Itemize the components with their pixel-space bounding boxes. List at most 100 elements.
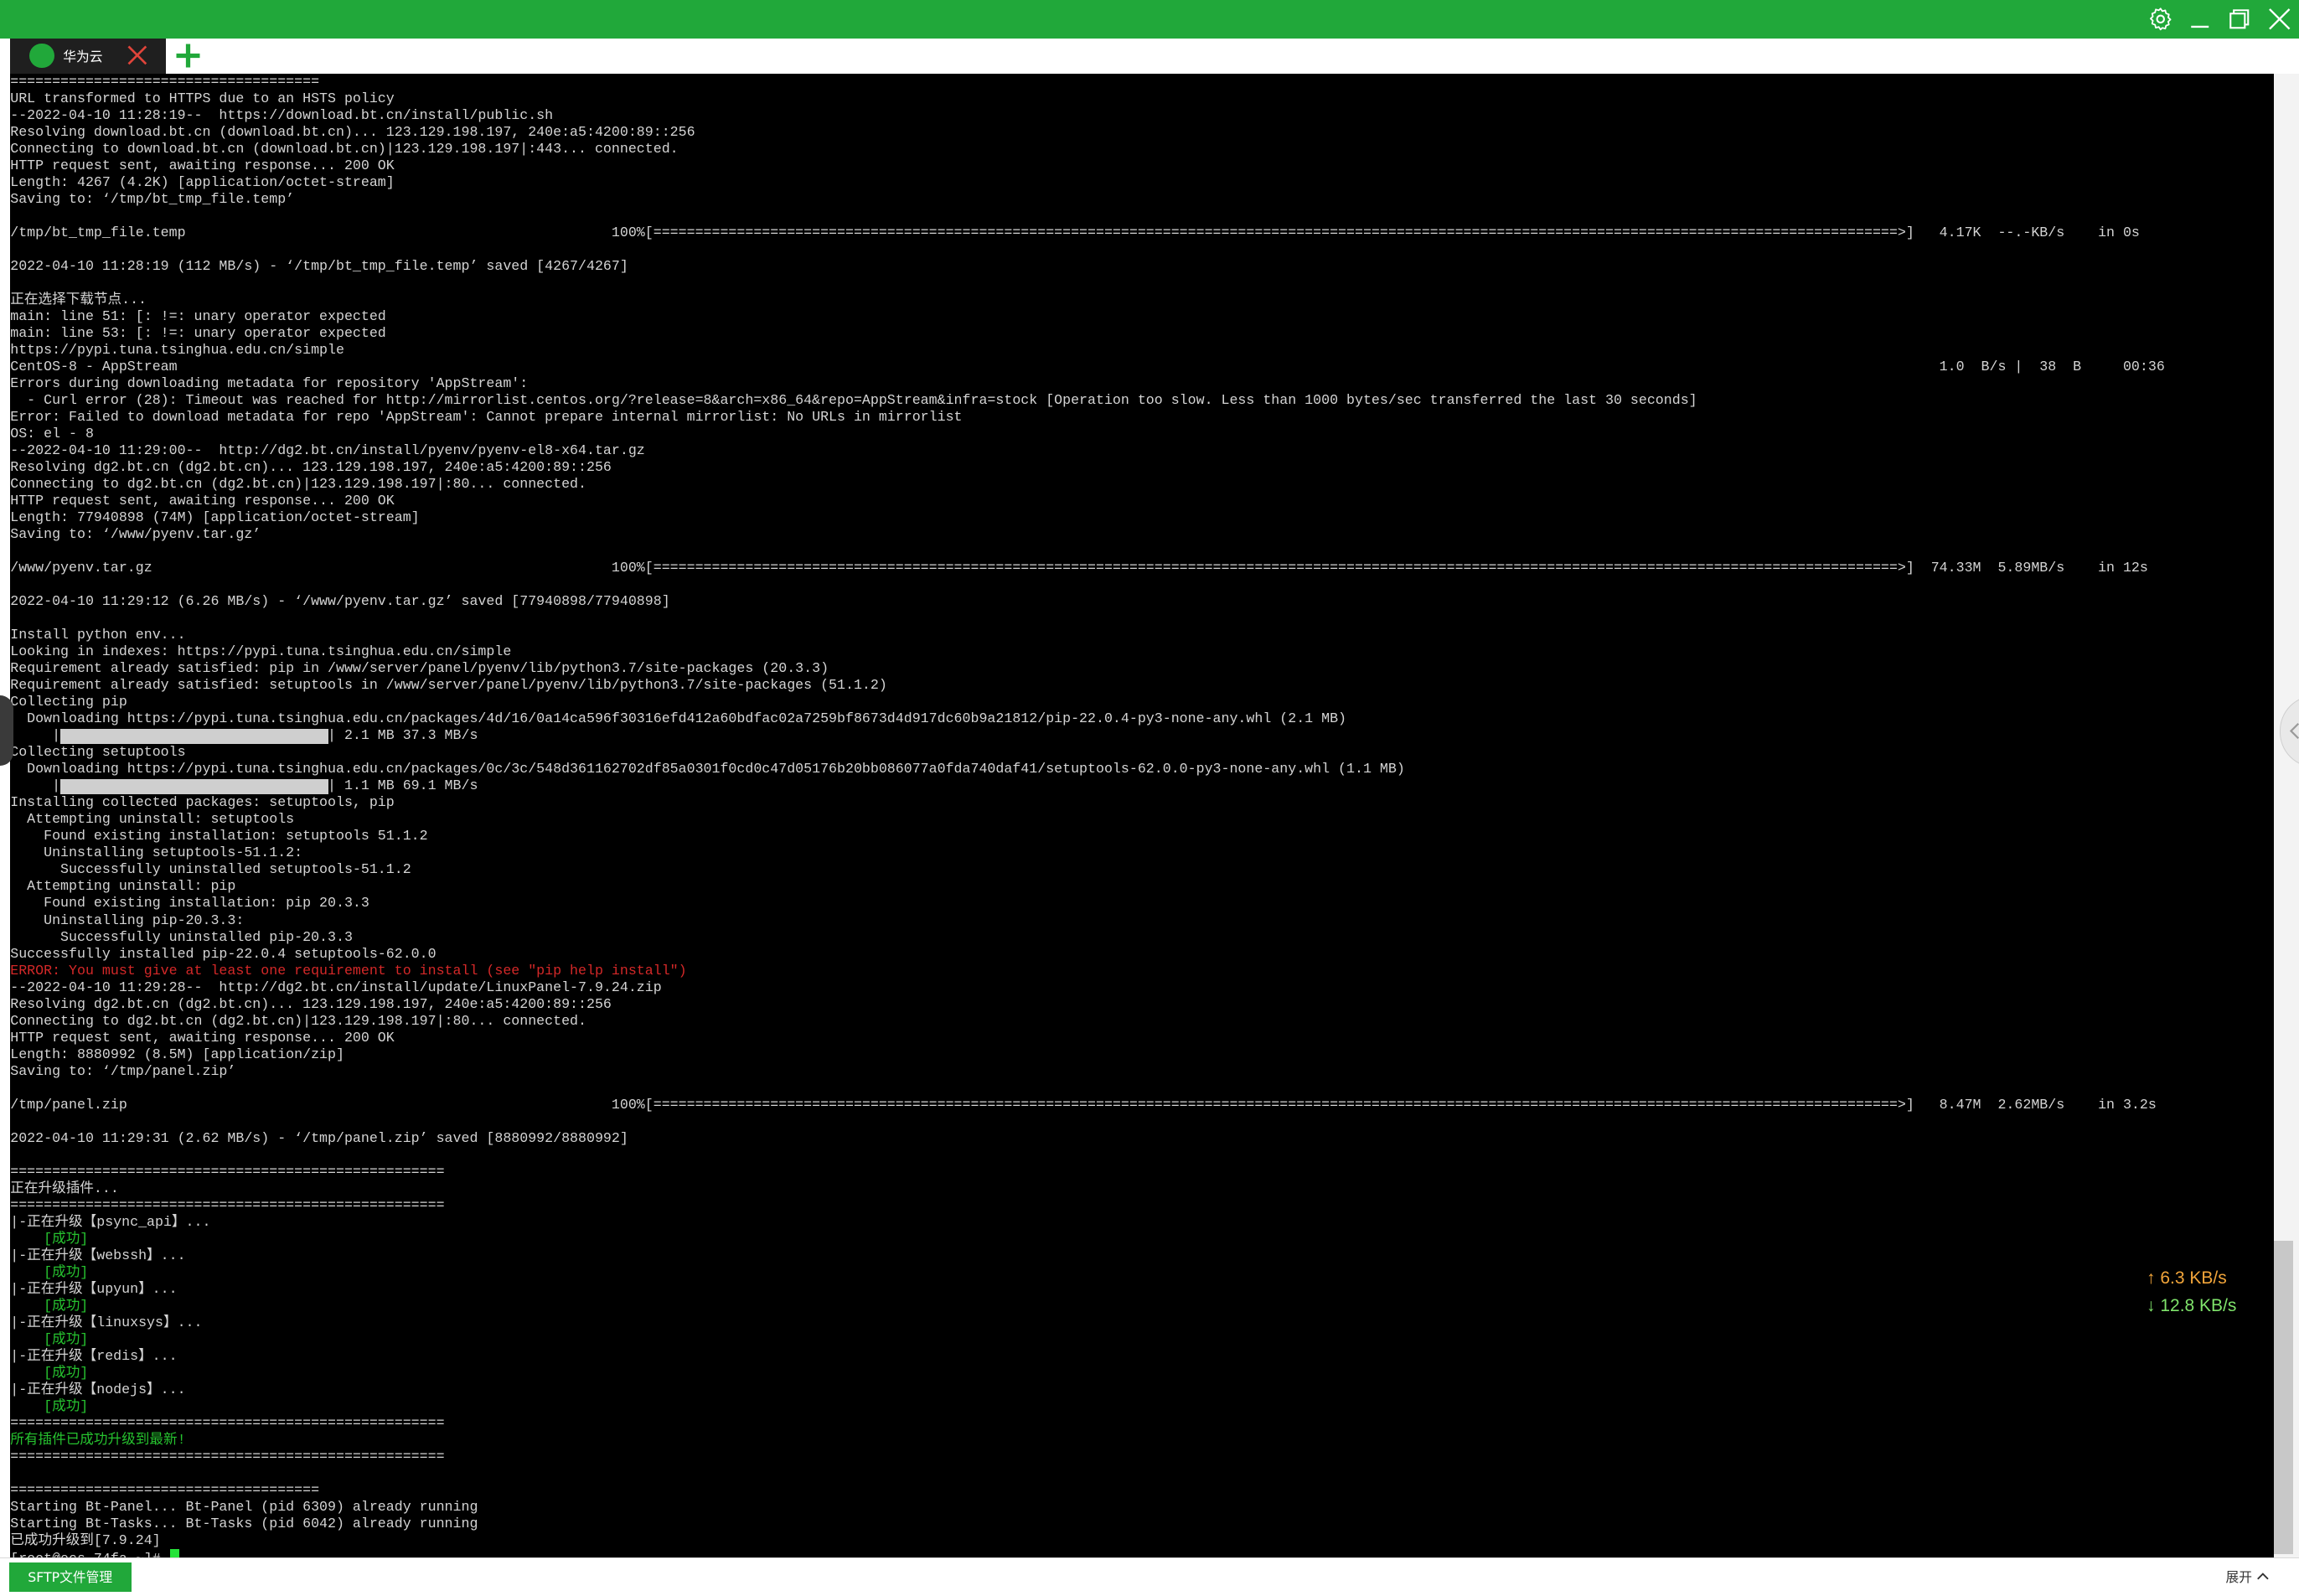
arrow-up-icon: ↑ xyxy=(2147,1268,2156,1288)
maximize-button[interactable] xyxy=(2220,0,2260,39)
terminal-line: [root@ecs-74fa ~]# xyxy=(10,1549,179,1557)
terminal-line: Install python env... xyxy=(10,627,185,643)
terminal-line: Resolving dg2.bt.cn (dg2.bt.cn)... 123.1… xyxy=(10,996,612,1013)
terminal-line: Length: 4267 (4.2K) [application/octet-s… xyxy=(10,174,395,191)
terminal-line: ===================================== xyxy=(10,1482,319,1499)
terminal-line: Attempting uninstall: setuptools xyxy=(10,811,294,828)
terminal-line: Found existing installation: setuptools … xyxy=(10,828,427,844)
terminal-line: main: line 53: [: !=: unary operator exp… xyxy=(10,325,386,342)
terminal-line: Successfully installed pip-22.0.4 setupt… xyxy=(10,946,436,963)
terminal-line: | | 1.1 MB 69.1 MB/s xyxy=(10,777,478,794)
gear-icon xyxy=(2147,6,2174,33)
download-speed: ↓ 12.8 KB/s xyxy=(2147,1296,2236,1316)
terminal-line: HTTP request sent, awaiting response... … xyxy=(10,158,395,174)
terminal-line: Downloading https://pypi.tuna.tsinghua.e… xyxy=(10,710,1346,727)
terminal-line: Requirement already satisfied: setuptool… xyxy=(10,677,887,694)
tab-label: 华为云 xyxy=(63,46,102,65)
add-tab-icon[interactable] xyxy=(173,41,203,70)
terminal-line: |-正在升级【psync_api】... xyxy=(10,1214,210,1231)
terminal-line: Saving to: ‘/www/pyenv.tar.gz’ xyxy=(10,526,261,543)
tab-bar: 华为云 xyxy=(0,39,2299,74)
terminal-line: CentOS-8 - AppStream xyxy=(10,359,2165,375)
terminal-line: Starting Bt-Panel... Bt-Panel (pid 6309)… xyxy=(10,1499,478,1516)
chevron-up-icon xyxy=(2256,1572,2270,1581)
arrow-down-icon: ↓ xyxy=(2147,1296,2156,1315)
terminal-line: Starting Bt-Tasks... Bt-Tasks (pid 6042)… xyxy=(10,1516,478,1532)
terminal-line: ===================================== xyxy=(10,74,319,90)
terminal-line: 所有插件已成功升级到最新! xyxy=(10,1432,185,1449)
terminal-line: /tmp/panel.zip 100%[====================… xyxy=(10,1097,2157,1113)
terminal-line: --2022-04-10 11:29:28-- http://dg2.bt.cn… xyxy=(10,979,661,996)
terminal-line: Saving to: ‘/tmp/bt_tmp_file.temp’ xyxy=(10,191,294,208)
title-bar xyxy=(0,0,2299,39)
terminal-line: |-正在升级【nodejs】... xyxy=(10,1382,185,1398)
terminal-line: OS: el - 8 xyxy=(10,426,94,442)
terminal-line: Errors during downloading metadata for r… xyxy=(10,375,528,392)
terminal-line: [成功] xyxy=(10,1331,88,1348)
terminal-line: Successfully uninstalled pip-20.3.3 xyxy=(10,929,353,946)
connection-status-icon xyxy=(29,44,54,69)
terminal-line: Attempting uninstall: pip xyxy=(10,878,235,895)
settings-button[interactable] xyxy=(2141,0,2180,39)
pip-progress-bar xyxy=(60,779,328,794)
terminal-line: ========================================… xyxy=(10,1449,444,1465)
terminal-line: Uninstalling pip-20.3.3: xyxy=(10,912,244,929)
terminal-line: [成功] xyxy=(10,1298,88,1315)
terminal-line: Downloading https://pypi.tuna.tsinghua.e… xyxy=(10,761,1405,777)
terminal-line: Collecting setuptools xyxy=(10,744,185,761)
terminal-line: Saving to: ‘/tmp/panel.zip’ xyxy=(10,1063,235,1080)
terminal-line: Resolving download.bt.cn (download.bt.cn… xyxy=(10,124,695,141)
terminal-line: Uninstalling setuptools-51.1.2: xyxy=(10,844,302,861)
terminal-line: ========================================… xyxy=(10,1415,444,1432)
terminal-line: URL transformed to HTTPS due to an HSTS … xyxy=(10,90,395,107)
window-controls xyxy=(2141,0,2299,39)
upload-speed-value: 6.3 KB/s xyxy=(2160,1268,2226,1288)
close-window-button[interactable] xyxy=(2260,0,2299,39)
terminal-cursor xyxy=(170,1549,179,1557)
terminal-line: ERROR: You must give at least one requir… xyxy=(10,963,686,979)
terminal-line: 2022-04-10 11:29:12 (6.26 MB/s) - ‘/www/… xyxy=(10,593,669,610)
chevron-left-icon xyxy=(2288,722,2299,740)
terminal-line: |-正在升级【linuxsys】... xyxy=(10,1315,202,1331)
terminal-line: 正在选择下载节点... xyxy=(10,292,147,308)
terminal-line: [成功] xyxy=(10,1264,88,1281)
terminal-line: Installing collected packages: setuptool… xyxy=(10,794,395,811)
expand-button[interactable]: 展开 xyxy=(2226,1567,2271,1586)
download-speed-value: 12.8 KB/s xyxy=(2160,1296,2236,1315)
terminal-line: Collecting pip xyxy=(10,694,127,710)
terminal-line: Requirement already satisfied: pip in /w… xyxy=(10,660,829,677)
terminal-line: |-正在升级【redis】... xyxy=(10,1348,177,1365)
terminal-line: [成功] xyxy=(10,1365,88,1382)
left-panel-handle[interactable] xyxy=(0,695,13,766)
terminal-line: 2022-04-10 11:28:19 (112 MB/s) - ‘/tmp/b… xyxy=(10,258,628,275)
terminal-line: Length: 77940898 (74M) [application/octe… xyxy=(10,509,419,526)
terminal-line: [成功] xyxy=(10,1398,88,1415)
terminal-output[interactable]: =====================================URL… xyxy=(10,74,2274,1557)
terminal-line: Resolving dg2.bt.cn (dg2.bt.cn)... 123.1… xyxy=(10,459,612,476)
scrollbar-thumb[interactable] xyxy=(2274,1241,2293,1555)
terminal-line: Connecting to dg2.bt.cn (dg2.bt.cn)|123.… xyxy=(10,1013,586,1030)
terminal-line: HTTP request sent, awaiting response... … xyxy=(10,1030,395,1046)
maximize-icon xyxy=(2226,6,2253,33)
terminal-line: --2022-04-10 11:29:00-- http://dg2.bt.cn… xyxy=(10,442,645,459)
sftp-file-manager-button[interactable]: SFTP文件管理 xyxy=(9,1562,132,1592)
terminal-line: 正在升级插件... xyxy=(10,1180,119,1197)
terminal-line: ========================================… xyxy=(10,1197,444,1214)
upload-speed: ↑ 6.3 KB/s xyxy=(2147,1268,2227,1289)
terminal-line: Length: 8880992 (8.5M) [application/zip] xyxy=(10,1046,344,1063)
terminal-line: |-正在升级【webssh】... xyxy=(10,1247,185,1264)
terminal-line: - Curl error (28): Timeout was reached f… xyxy=(10,392,1697,409)
terminal-line: Found existing installation: pip 20.3.3 xyxy=(10,895,369,912)
terminal-line: /www/pyenv.tar.gz 100%[=================… xyxy=(10,560,2148,576)
minimize-button[interactable] xyxy=(2180,0,2219,39)
terminal-line: Connecting to dg2.bt.cn (dg2.bt.cn)|123.… xyxy=(10,476,586,493)
terminal-line: Connecting to download.bt.cn (download.b… xyxy=(10,141,678,158)
tab-close-icon[interactable] xyxy=(125,43,150,68)
terminal-line: /tmp/bt_tmp_file.temp 100%[=============… xyxy=(10,225,2140,241)
terminal-line: ========================================… xyxy=(10,1164,444,1180)
terminal-line: |-正在升级【upyun】... xyxy=(10,1281,177,1298)
terminal-line: https://pypi.tuna.tsinghua.edu.cn/simple xyxy=(10,342,344,359)
bottom-bar: SFTP文件管理 展开 xyxy=(0,1557,2299,1596)
pip-progress-bar xyxy=(60,729,328,744)
tab-huaweicloud[interactable]: 华为云 xyxy=(10,39,166,74)
